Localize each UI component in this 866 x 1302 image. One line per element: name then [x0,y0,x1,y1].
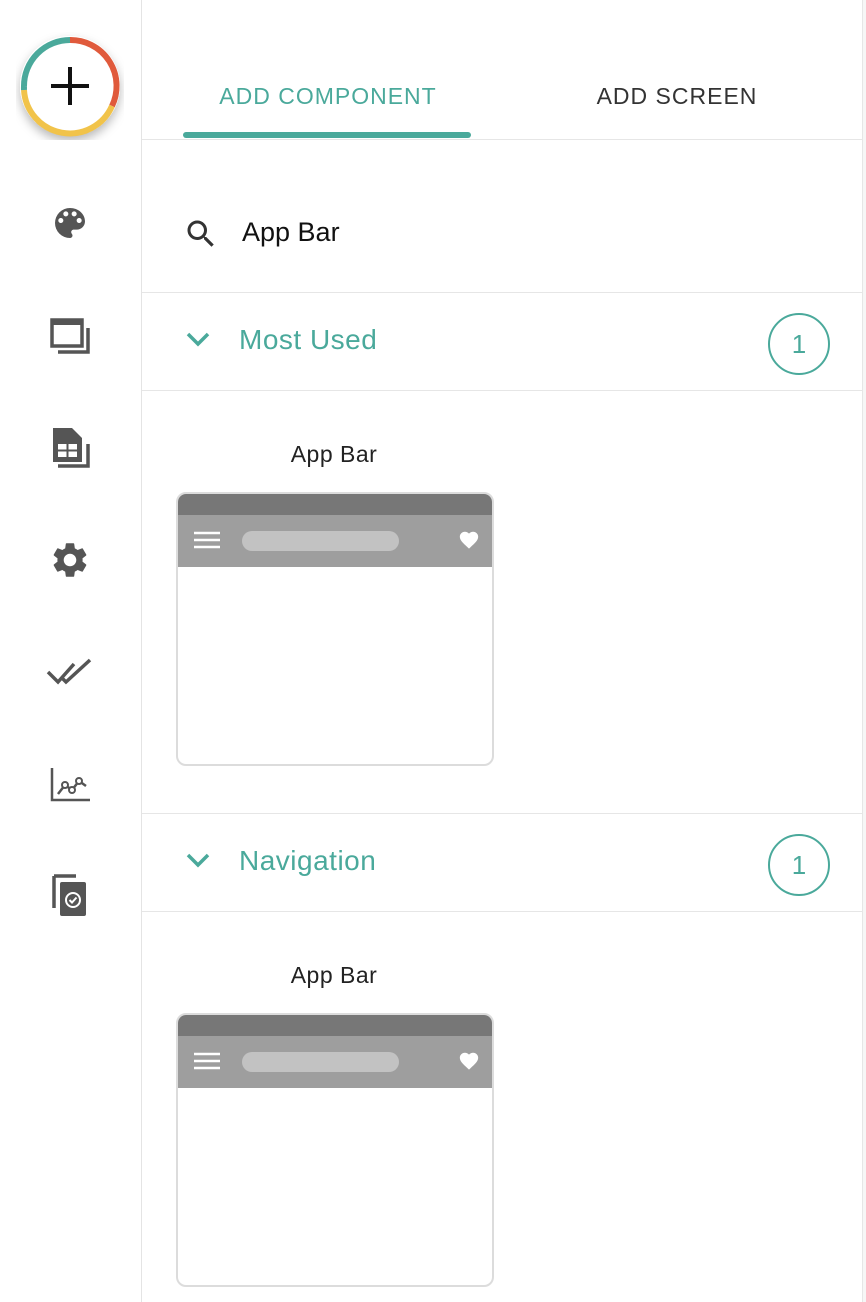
section-header-most-used[interactable]: Most Used 1 [142,294,862,390]
status-bar-preview [178,1015,492,1036]
component-label: App Bar [290,962,378,988]
divider [142,813,862,814]
search-icon [183,216,219,257]
left-rail [0,0,142,1302]
component-label: App Bar [290,441,378,467]
app-bar-preview [178,1036,492,1088]
section-title: Most Used [239,324,378,355]
tab-bar: ADD COMPONENT ADD SCREEN [142,0,862,140]
menu-icon [194,1052,220,1075]
screens-icon[interactable] [46,312,94,360]
add-panel: ADD COMPONENT ADD SCREEN Most Used 1 App… [142,0,862,1302]
tab-add-screen[interactable]: ADD SCREEN [532,83,822,113]
menu-icon [194,531,220,554]
title-placeholder [242,1052,399,1072]
divider [142,911,862,912]
count-badge: 1 [768,834,830,896]
count-badge: 1 [768,313,830,375]
app-bar-preview [178,515,492,567]
tab-add-component[interactable]: ADD COMPONENT [184,83,472,113]
panel-edge [862,0,866,1302]
divider [142,292,862,293]
app-bar-component-card[interactable] [176,1013,494,1287]
add-fab-button[interactable] [16,32,124,140]
checklist-done-icon[interactable] [46,648,94,696]
search-input[interactable] [242,212,802,252]
app-bar-component-card[interactable] [176,492,494,766]
status-bar-preview [178,494,492,515]
section-header-navigation[interactable]: Navigation 1 [142,815,862,911]
title-placeholder [242,531,399,551]
data-table-icon[interactable] [46,424,94,472]
search-bar [142,184,862,284]
heart-icon [458,529,480,556]
active-tab-indicator [183,132,471,138]
chevron-down-icon [185,851,211,874]
divider [142,390,862,391]
analytics-chart-icon[interactable] [46,760,94,808]
chevron-down-icon [185,330,211,353]
section-title: Navigation [239,845,377,876]
publish-document-icon[interactable] [46,872,94,920]
settings-gear-icon[interactable] [46,536,94,584]
palette-icon[interactable] [46,199,94,247]
heart-icon [458,1050,480,1077]
